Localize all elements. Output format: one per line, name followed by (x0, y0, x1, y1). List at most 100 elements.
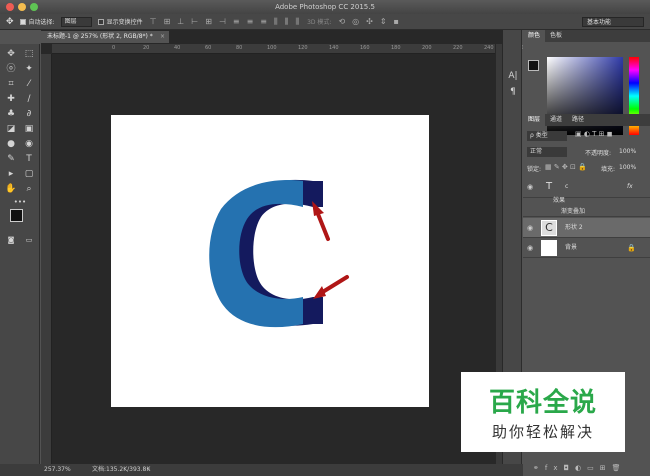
tab-color[interactable]: 颜色 (523, 30, 546, 42)
eraser-tool-icon[interactable]: ◪ (3, 123, 19, 135)
layer-effects-row[interactable]: 效果 (523, 195, 650, 206)
align-vcenter-icon[interactable]: ⊞ (164, 17, 171, 26)
filter-icons[interactable]: ▣ ◐ T ⊞ ◼ (575, 130, 613, 138)
color-fg-swatch[interactable] (528, 60, 539, 71)
slide-3d-icon[interactable]: ⇕ (380, 17, 387, 26)
align-bottom-icon[interactable]: ⊥ (177, 17, 184, 26)
crop-tool-icon[interactable]: ⌗ (3, 78, 19, 90)
quick-mask-icon[interactable]: ◙ (3, 234, 19, 246)
move-tool-icon[interactable]: ✥ (6, 17, 14, 27)
layer-row-background[interactable]: ◉ 背景 🔒 (523, 238, 650, 258)
brush-tool-icon[interactable]: ∕ (21, 93, 37, 105)
opacity-value[interactable]: 100% (619, 148, 636, 155)
window-title: Adobe Photoshop CC 2015.5 (275, 3, 375, 11)
ruler-tick: 0 (112, 45, 116, 51)
fill-value[interactable]: 100% (619, 164, 636, 171)
visibility-eye-icon[interactable]: ◉ (527, 238, 535, 258)
watermark-logo: 百科全说 助你轻松解决 (461, 372, 625, 452)
align-top-icon[interactable]: ⊤ (150, 17, 157, 26)
magic-wand-icon[interactable]: ✦ (21, 63, 37, 75)
auto-select-dropdown[interactable]: 图层 (60, 16, 92, 27)
layer-filter-select[interactable]: ρ 类型 (527, 131, 567, 141)
ruler-tick: 100 (267, 45, 277, 51)
document-tab[interactable]: 未标题-1 @ 257% (形状 2, RGB/8*) * × (41, 31, 169, 43)
distribute-icon[interactable]: ⫼ (295, 17, 299, 27)
eyedropper-icon[interactable]: ⁄ (21, 78, 37, 90)
distribute-icon[interactable]: ⫼ (285, 17, 289, 27)
auto-select-label: 自动选择: (28, 19, 55, 26)
tab-layers[interactable]: 图层 (523, 114, 546, 126)
lasso-tool-icon[interactable]: ⓞ (3, 63, 19, 75)
paragraph-panel-icon[interactable]: ¶ (505, 86, 521, 98)
history-brush-icon[interactable]: ∂ (21, 108, 37, 120)
lock-icons[interactable]: ▦ ✎ ✥ ⊡ 🔒 (545, 163, 587, 171)
tab-channels[interactable]: 通道 (545, 114, 567, 126)
background-thumbnail (541, 240, 557, 256)
opacity-label: 不透明度: (585, 150, 612, 157)
blend-mode-select[interactable]: 正常 (527, 147, 567, 157)
visibility-eye-icon[interactable]: ◉ (527, 218, 535, 238)
screen-mode-icon[interactable]: ▭ (21, 234, 37, 246)
shape-tool-icon[interactable]: ▢ (21, 168, 37, 180)
gradient-tool-icon[interactable]: ▣ (21, 123, 37, 135)
move-tool-icon[interactable]: ✥ (3, 48, 19, 60)
options-bar: ✥ 自动选择: 图层 显示变换控件 ⊤ ⊞ ⊥ ⊢ ⊞ ⊣ ≡ ≡ ≡ ⫼ ⫼ … (0, 14, 650, 30)
ruler-tick: 240 (484, 45, 494, 51)
tools-panel: ✥ ⬚ ⓞ ✦ ⌗ ⁄ ✚ ∕ ♣ ∂ ◪ ▣ ● ◉ ✎ T ▸ ▢ ✋ ⌕ … (0, 44, 40, 464)
watermark-title: 百科全说 (488, 388, 597, 418)
hand-tool-icon[interactable]: ✋ (3, 183, 19, 195)
align-hcenter-icon[interactable]: ⊞ (205, 17, 212, 26)
character-panel-icon[interactable]: A| (505, 70, 521, 82)
shape-thumbnail: C (541, 220, 557, 236)
scale-3d-icon[interactable]: ▪ (394, 17, 399, 26)
tab-swatches[interactable]: 色板 (545, 30, 567, 42)
drag-3d-icon[interactable]: ✣ (366, 17, 373, 26)
healing-brush-icon[interactable]: ✚ (3, 93, 19, 105)
zoom-window-button[interactable] (30, 3, 38, 11)
zoom-level[interactable]: 257.37% (44, 464, 71, 476)
marquee-tool-icon[interactable]: ⬚ (21, 48, 37, 60)
more-tools-icon[interactable]: ••• (12, 196, 28, 208)
show-transform-label: 显示变换控件 (106, 19, 143, 26)
ruler-tick: 20 (143, 45, 150, 51)
foreground-color-swatch[interactable] (10, 209, 23, 222)
layers-footer-icons[interactable]: ⚭fx◘◐▭⊞🗑 (523, 460, 650, 476)
fill-label: 填充: (601, 166, 616, 173)
ruler-tick: 160 (360, 45, 370, 51)
pen-tool-icon[interactable]: ✎ (3, 153, 19, 165)
document-info: 文档:135.2K/393.8K (92, 466, 151, 473)
ruler-tick: 60 (205, 45, 212, 51)
chevron-right-icon[interactable]: › (148, 464, 150, 476)
type-tool-icon[interactable]: T (21, 153, 37, 165)
distribute-icon[interactable]: ⫼ (274, 17, 278, 27)
rotate-3d-icon[interactable]: ⟲ (338, 17, 345, 26)
align-left-icon[interactable]: ⊢ (191, 17, 198, 26)
title-bar: Adobe Photoshop CC 2015.5 (0, 0, 650, 14)
close-icon[interactable]: × (160, 31, 165, 43)
workspace-select[interactable]: 基本功能 (582, 17, 644, 27)
canvas[interactable] (111, 115, 429, 407)
auto-select-checkbox[interactable]: 自动选择: (19, 17, 55, 26)
lock-icon: 🔒 (627, 244, 636, 252)
mode-3d-label: 3D 模式: (307, 19, 332, 26)
gradient-overlay-label: 渐变叠加 (561, 208, 586, 215)
horizontal-ruler: 020406080100120140160180200220240260 (52, 44, 525, 54)
show-transform-checkbox[interactable]: 显示变换控件 (97, 17, 143, 26)
distribute-icon[interactable]: ≡ (260, 17, 267, 26)
minimize-window-button[interactable] (18, 3, 26, 11)
layer-effect-gradient-row[interactable]: 渐变叠加 (523, 206, 650, 217)
lock-label: 锁定: (527, 166, 542, 173)
tab-paths[interactable]: 路径 (567, 114, 589, 126)
blur-tool-icon[interactable]: ● (3, 138, 19, 150)
roll-3d-icon[interactable]: ◎ (352, 17, 359, 26)
zoom-tool-icon[interactable]: ⌕ (21, 183, 37, 195)
watermark-subtitle: 助你轻松解决 (491, 423, 594, 441)
layer-row-shape[interactable]: ◉ C 形状 2 (523, 218, 650, 238)
align-right-icon[interactable]: ⊣ (219, 17, 226, 26)
distribute-icon[interactable]: ≡ (233, 17, 240, 26)
path-select-icon[interactable]: ▸ (3, 168, 19, 180)
close-window-button[interactable] (6, 3, 14, 11)
distribute-icon[interactable]: ≡ (247, 17, 254, 26)
stamp-tool-icon[interactable]: ♣ (3, 108, 19, 120)
dodge-tool-icon[interactable]: ◉ (21, 138, 37, 150)
